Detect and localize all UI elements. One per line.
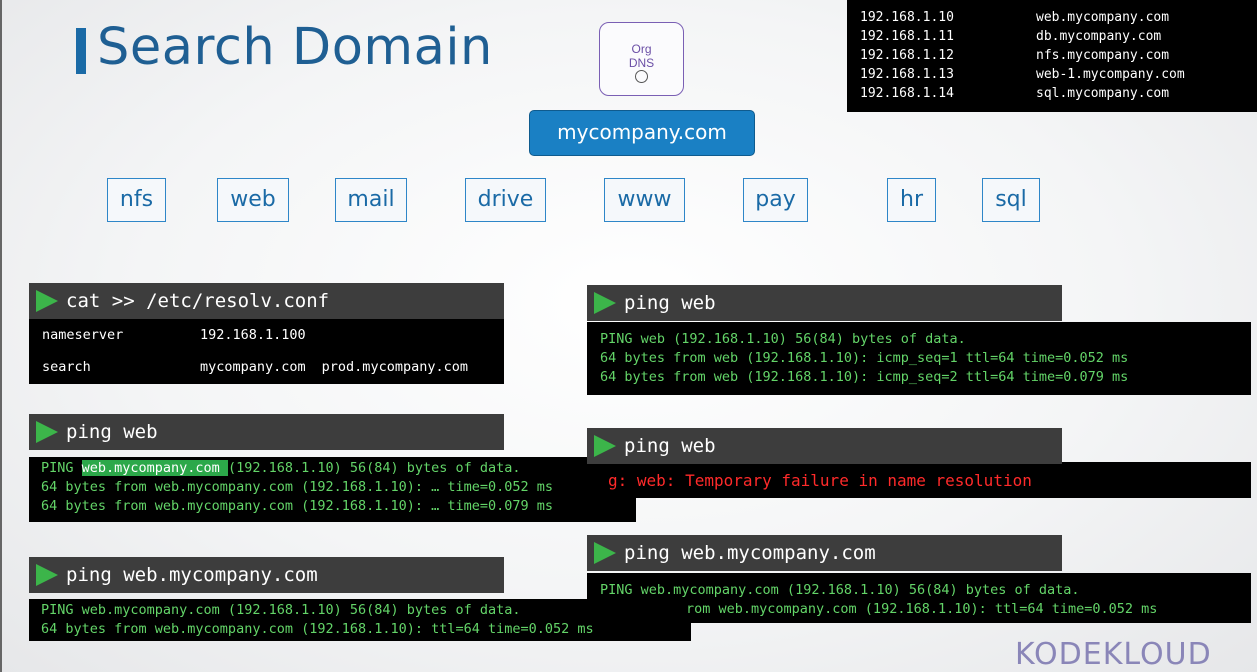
prompt-arrow-icon	[594, 542, 616, 564]
page-title: Search Domain	[97, 18, 493, 77]
domain-box: mycompany.com	[529, 110, 755, 156]
terminal-line: 64 bytes from web (192.168.1.10): icmp_s…	[600, 350, 1129, 366]
ping-fqdn-command-bar: ping web.mycompany.com	[29, 557, 504, 593]
host-ip: 192.168.1.12	[860, 48, 954, 63]
prompt-arrow-icon	[36, 290, 58, 312]
subdomain-nfs: nfs	[107, 178, 166, 222]
ping-command: ping web	[624, 435, 716, 457]
terminal-text: (192.168.1.10) 56(84) bytes of data.	[227, 460, 521, 476]
ping-web-command-bar: ping web	[29, 414, 504, 450]
terminal-text: PING	[41, 460, 82, 476]
prompt-arrow-icon	[36, 421, 58, 443]
host-name: db.mycompany.com	[1036, 29, 1162, 44]
host-name: nfs.mycompany.com	[1036, 48, 1170, 63]
host-name: web-1.mycompany.com	[1036, 67, 1185, 82]
resolv-line: nameserver 192.168.1.100	[29, 319, 504, 351]
prompt-arrow-icon	[594, 292, 616, 314]
hosts-table: 192.168.1.10 web.mycompany.com 192.168.1.…	[847, 0, 1257, 112]
ping-command: ping web	[66, 421, 158, 443]
host-name: sql.mycompany.com	[1036, 86, 1170, 101]
subdomain-web: web	[217, 178, 289, 222]
subdomain-mail: mail	[335, 178, 407, 222]
host-ip: 192.168.1.10	[860, 10, 954, 25]
prompt-arrow-icon	[594, 435, 616, 457]
title-accent-bar	[76, 28, 86, 74]
ping-command: ping web	[624, 292, 716, 314]
hosts-row: 192.168.1.10 web.mycompany.com	[860, 8, 1257, 27]
hosts-row: 192.168.1.13 web-1.mycompany.com	[860, 65, 1257, 84]
subdomain-sql: sql	[982, 178, 1040, 222]
ping-web-output: PING web.mycompany.com (192.168.1.10) 56…	[29, 457, 636, 522]
subdomain-pay: pay	[743, 178, 808, 222]
org-dns-label-line1: Org	[631, 42, 652, 56]
ping-fqdn-right-command-bar: ping web.mycompany.com	[587, 535, 1062, 571]
org-dns-server: Org DNS	[599, 22, 684, 96]
hosts-row: 192.168.1.11 db.mycompany.com	[860, 27, 1257, 46]
terminal-line: PING web.mycompany.com (192.168.1.10) 56…	[41, 459, 636, 478]
subdomain-www: www	[604, 178, 685, 222]
subdomain-drive: drive	[465, 178, 546, 222]
resolv-key: search	[42, 359, 91, 375]
resolv-key: nameserver	[42, 327, 124, 343]
ping-fqdn-right-output: PING web.mycompany.com (192.168.1.10) 56…	[587, 573, 1251, 623]
resolv-value: 192.168.1.100	[200, 327, 306, 343]
terminal-line: 64 bytes from web.mycompany.com (192.168…	[41, 479, 554, 495]
ping-web-right-output: PING web (192.168.1.10) 56(84) bytes of …	[587, 322, 1251, 395]
resolv-command: cat >> /etc/resolv.conf	[66, 290, 330, 312]
ping-web-error-command-bar: ping web	[587, 428, 1062, 464]
resolv-command-bar: cat >> /etc/resolv.conf	[29, 283, 504, 319]
ping-command: ping web.mycompany.com	[66, 564, 318, 586]
ping-web-error-output: g: web: Temporary failure in name resolu…	[587, 462, 1251, 498]
resolv-conf-output: nameserver 192.168.1.100 search mycompan…	[29, 319, 504, 384]
error-line: g: web: Temporary failure in name resolu…	[608, 471, 1032, 490]
ping-web-right-command-bar: ping web	[587, 285, 1062, 321]
host-name: web.mycompany.com	[1036, 10, 1170, 25]
terminal-line: PING web (192.168.1.10) 56(84) bytes of …	[600, 331, 966, 347]
org-dns-label-line2: DNS	[628, 56, 655, 70]
host-ip: 192.168.1.11	[860, 29, 954, 44]
terminal-line: rom web.mycompany.com (192.168.1.10): tt…	[686, 601, 1158, 617]
terminal-line: 64 bytes from web (192.168.1.10): icmp_s…	[600, 369, 1129, 385]
terminal-line: 64 bytes from web.mycompany.com (192.168…	[41, 498, 554, 514]
resolv-line: search mycompany.com prod.mycompany.com	[29, 351, 504, 383]
terminal-line: PING web.mycompany.com (192.168.1.10) 56…	[600, 582, 1080, 598]
resolv-value: prod.mycompany.com	[321, 359, 468, 375]
kodekloud-logo: KODEKLOUD	[1015, 637, 1212, 672]
ping-command: ping web.mycompany.com	[624, 542, 876, 564]
host-ip: 192.168.1.13	[860, 67, 954, 82]
host-ip: 192.168.1.14	[860, 86, 954, 101]
prompt-arrow-icon	[36, 564, 58, 586]
highlighted-fqdn: web.mycompany.com	[81, 460, 228, 476]
hosts-row: 192.168.1.14 sql.mycompany.com	[860, 84, 1257, 103]
subdomain-hr: hr	[887, 178, 936, 222]
hosts-row: 192.168.1.12 nfs.mycompany.com	[860, 46, 1257, 65]
server-icon	[635, 70, 648, 83]
resolv-value: mycompany.com	[200, 359, 306, 375]
